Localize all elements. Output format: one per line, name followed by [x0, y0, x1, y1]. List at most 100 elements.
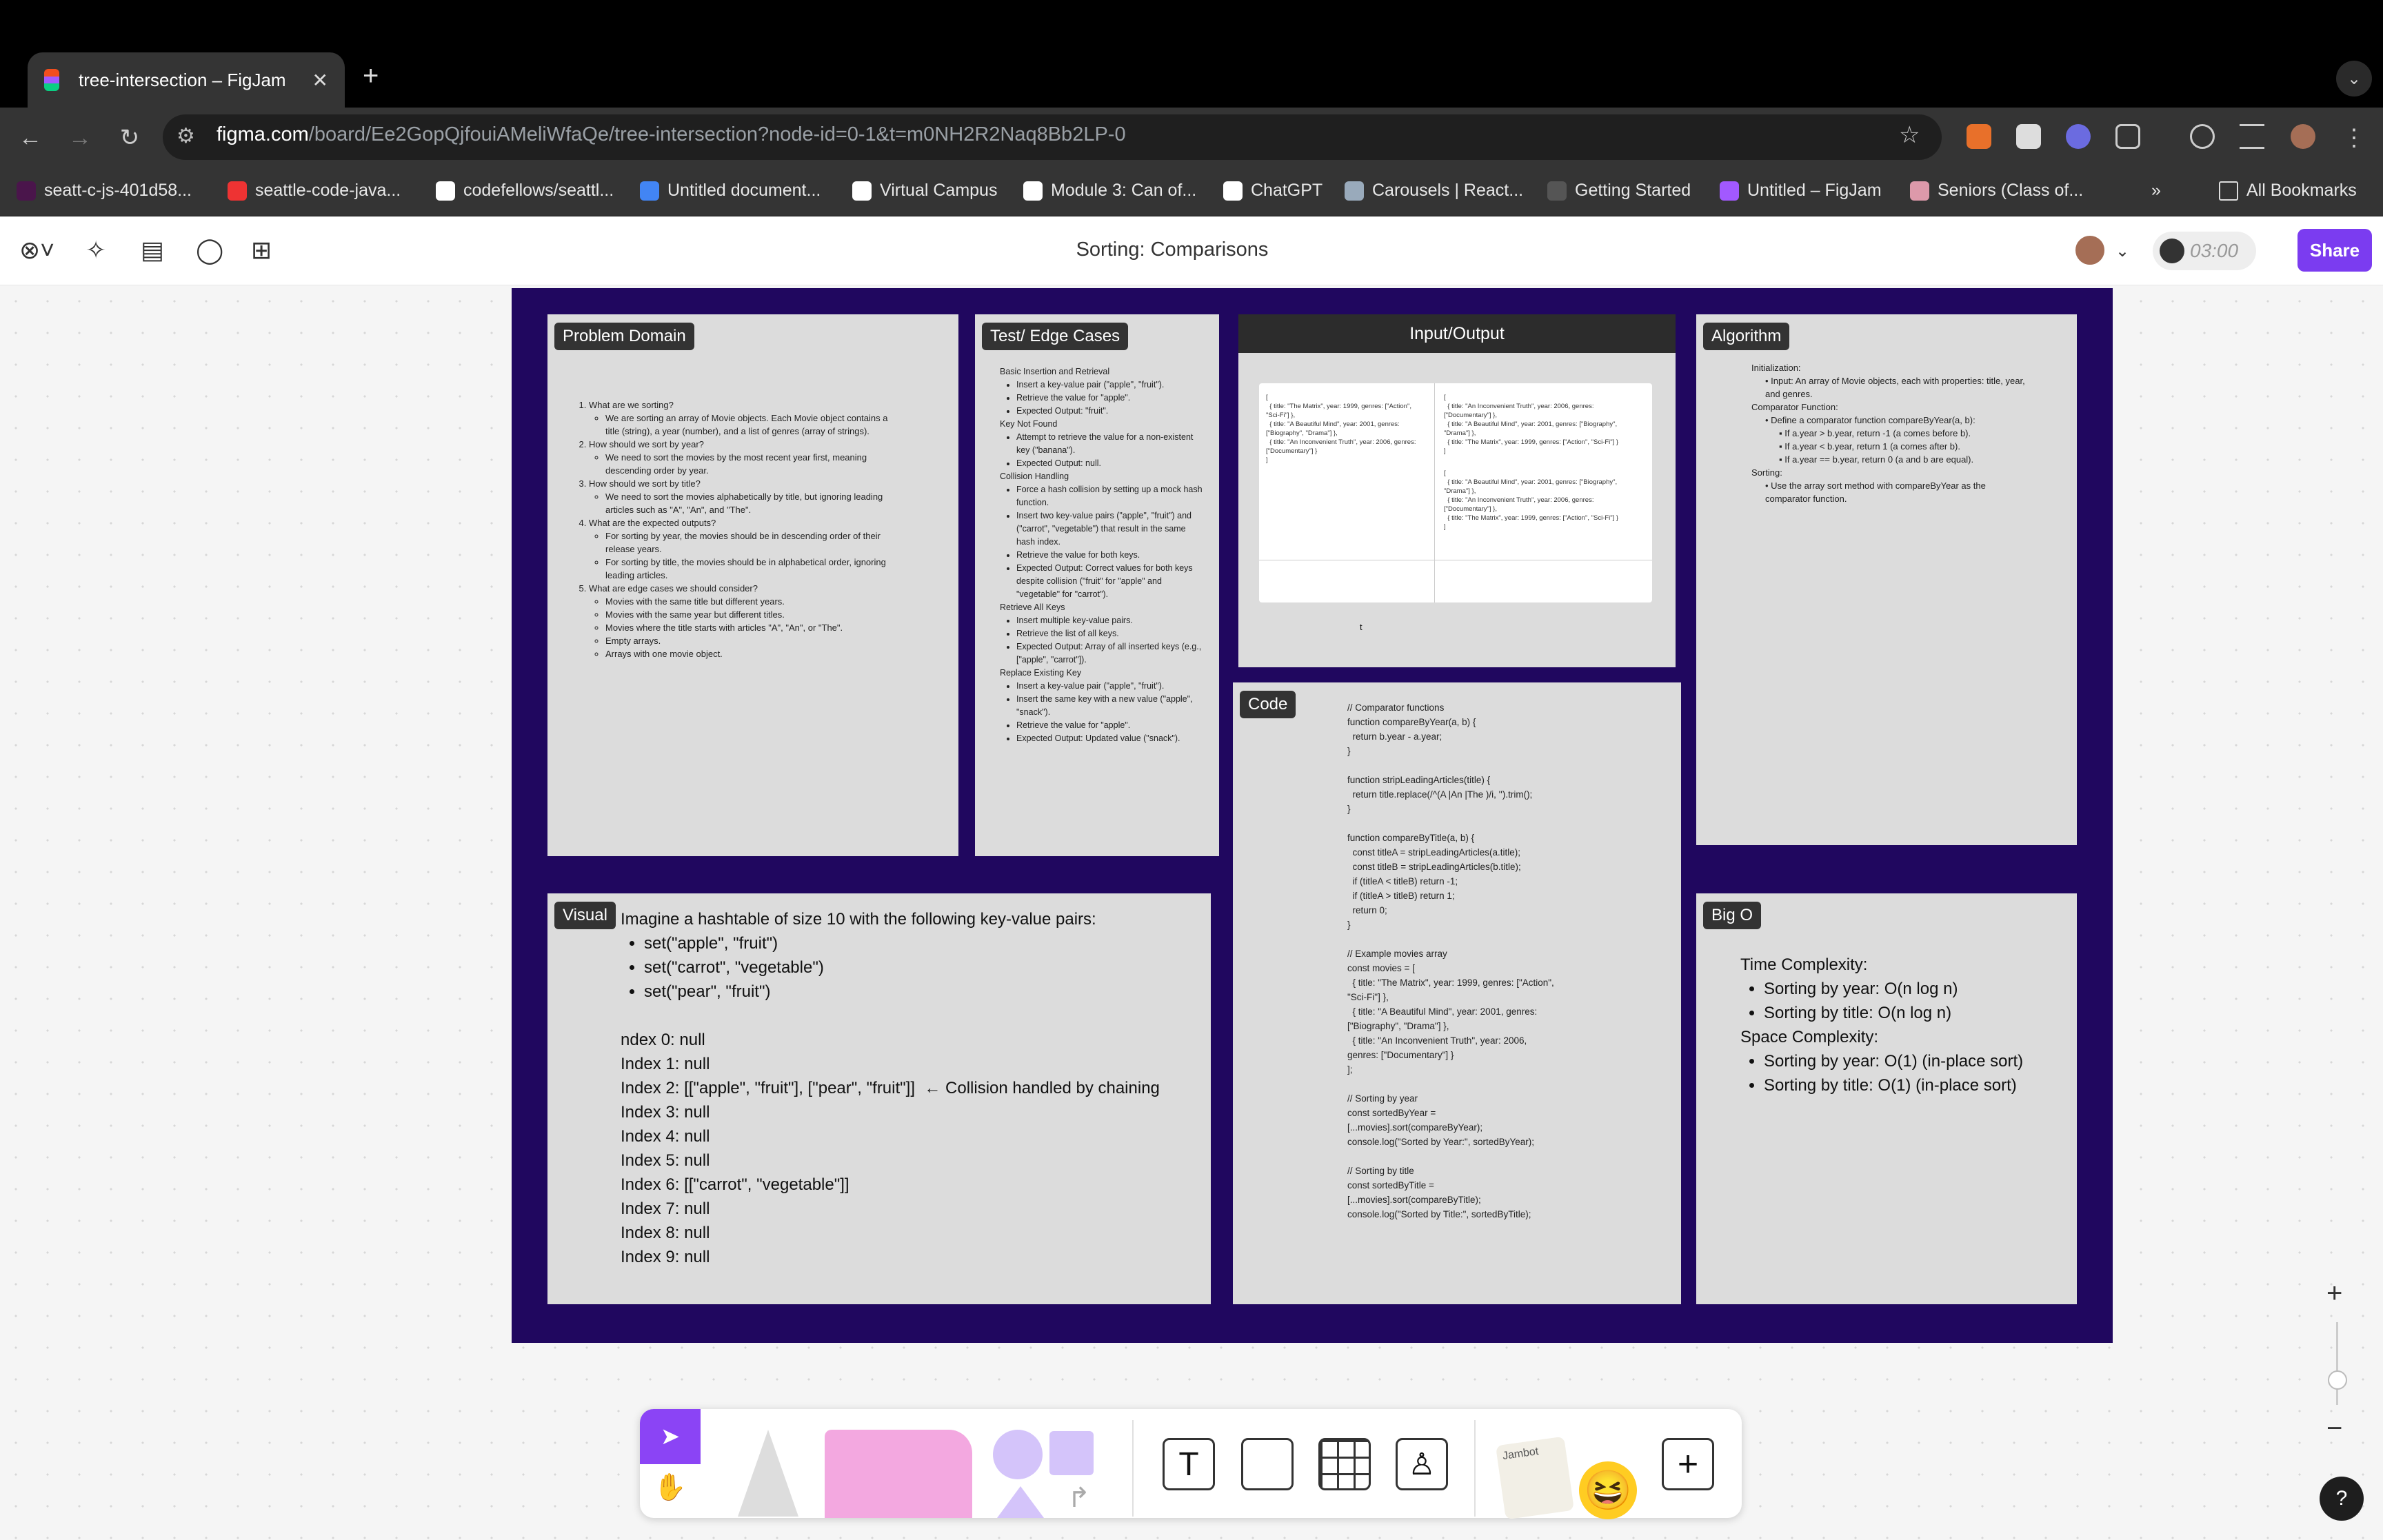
bookmark-item[interactable]: Carousels | React...	[1345, 181, 1523, 201]
figma-icon	[44, 69, 59, 92]
react-icon	[1345, 181, 1364, 201]
input-output-sticky[interactable]: Input/Output [ { title: "The Matrix", ye…	[1238, 314, 1676, 667]
test-group-heading: Key Not Found	[1000, 419, 1058, 429]
bookmark-item[interactable]: Virtual Campus	[852, 181, 997, 201]
bookmark-item[interactable]: Seniors (Class of...	[1910, 181, 2083, 201]
pen-tool-icon[interactable]	[738, 1430, 798, 1517]
url-text[interactable]: figma.com/board/Ee2GopQjfouiAMeliWfaQe/t…	[217, 123, 1126, 146]
select-cursor-icon[interactable]: ➤	[640, 1409, 701, 1464]
browser-tab[interactable]: tree-intersection – FigJam ✕	[28, 52, 345, 108]
bookmark-item[interactable]: ChatGPT	[1223, 181, 1323, 201]
board-title[interactable]: Sorting: Comparisons	[1062, 239, 1283, 261]
zoom-out-icon[interactable]: −	[2326, 1413, 2342, 1444]
help-button[interactable]: ?	[2320, 1477, 2364, 1521]
list-item: set("pear", "fruit")	[644, 980, 1200, 1004]
test-cases-sticky[interactable]: Test/ Edge Cases Basic Insertion and Ret…	[975, 314, 1219, 856]
extension-icon[interactable]	[1967, 124, 1991, 149]
profile-avatar[interactable]	[2291, 124, 2315, 149]
hashtable-index-row: Index 7: null	[621, 1199, 710, 1218]
bookmark-item[interactable]: Untitled – FigJam	[1720, 181, 1882, 201]
music-disc-icon	[2160, 239, 2184, 263]
hashtable-index-row: Index 5: null	[621, 1151, 710, 1170]
forward-arrow-icon[interactable]: →	[63, 121, 97, 154]
visual-sticky[interactable]: Visual Imagine a hashtable of size 10 wi…	[547, 893, 1211, 1304]
sticky-label: Big O	[1703, 902, 1762, 929]
zoom-in-icon[interactable]: +	[2326, 1278, 2342, 1309]
algorithm-line: • Define a comparator function compareBy…	[1765, 415, 1975, 425]
sticky-note-tool-icon[interactable]	[825, 1430, 972, 1518]
chatgpt-icon	[1223, 181, 1243, 201]
test-group-heading: Retrieve All Keys	[1000, 602, 1065, 612]
algorithm-sticky[interactable]: Algorithm Initialization: • Input: An arr…	[1696, 314, 2077, 845]
list-item: Sorting by year: O(n log n)	[1764, 977, 2064, 1001]
kebab-menu-icon[interactable]: ⋮	[2337, 121, 2371, 154]
connector-arrow-icon[interactable]: ↱	[1067, 1482, 1091, 1514]
ai-sparkle-icon[interactable]: ✧	[86, 236, 106, 265]
test-group-heading: Collision Handling	[1000, 472, 1069, 481]
add-section-icon[interactable]: ⊞	[251, 236, 272, 265]
media-controls-icon[interactable]	[2240, 124, 2264, 149]
stray-text: t	[1360, 622, 1363, 632]
chevron-down-icon[interactable]: ⌄	[2115, 241, 2129, 261]
list-item: set("carrot", "vegetable")	[644, 955, 1200, 980]
bookmark-item[interactable]: Getting Started	[1547, 181, 1691, 201]
puzzle-icon[interactable]	[2115, 124, 2140, 149]
hashtable-index-row: Index 6: [["carrot", "vegetable"]]	[621, 1175, 849, 1194]
layout-icon[interactable]: ▤	[141, 236, 164, 265]
stamp-tool-icon[interactable]: ♙	[1396, 1438, 1448, 1490]
bookmark-star-icon[interactable]: ☆	[1899, 121, 1920, 149]
timer-widget[interactable]: 03:00	[2153, 232, 2256, 270]
extension-icon[interactable]	[2016, 124, 2041, 149]
hand-tool-icon[interactable]: ✋	[654, 1472, 686, 1503]
algorithm-text: Initialization: • Input: An array of Movi…	[1751, 361, 2027, 505]
list-item: Sorting by title: O(n log n)	[1764, 1001, 2064, 1025]
all-bookmarks-button[interactable]: All Bookmarks	[2219, 181, 2357, 201]
bookmark-item[interactable]: Module 3: Can of...	[1023, 181, 1196, 201]
zoom-slider[interactable]	[2336, 1322, 2338, 1405]
list-item: Sorting by title: O(1) (in-place sort)	[1764, 1073, 2064, 1097]
reload-icon[interactable]: ↻	[113, 121, 146, 154]
test-cases-text: Basic Insertion and RetrievalInsert a ke…	[1000, 365, 1207, 745]
list-item: How should we sort by year?We need to so…	[589, 438, 896, 477]
back-arrow-icon[interactable]: ←	[14, 121, 47, 154]
bookmark-item[interactable]: codefellows/seattl...	[436, 181, 614, 201]
extension-icon[interactable]	[2066, 124, 2091, 149]
collaborator-avatar[interactable]	[2074, 234, 2106, 266]
algorithm-line: ▪ If a.year == b.year, return 0 (a and b…	[1779, 454, 1974, 465]
table-tool-icon[interactable]	[1318, 1438, 1371, 1490]
tab-search-chevron-icon[interactable]: ⌄	[2336, 61, 2372, 97]
shape-circle-icon[interactable]	[993, 1430, 1043, 1479]
site-settings-icon[interactable]: ⚙	[177, 124, 195, 148]
zoom-control[interactable]: + −	[2318, 1278, 2357, 1457]
bookmark-item[interactable]: Untitled document...	[640, 181, 821, 201]
hashtable-index-row: Index 8: null	[621, 1224, 710, 1242]
performance-icon[interactable]	[2190, 124, 2215, 149]
tab-close-icon[interactable]: ✕	[312, 69, 328, 92]
output-by-title-cell: [ { title: "A Beautiful Mind", year: 200…	[1444, 469, 1619, 531]
new-tab-button[interactable]: +	[363, 61, 379, 92]
bookmark-item[interactable]: seatt-c-js-401d58...	[17, 181, 192, 201]
zoom-slider-handle[interactable]	[2328, 1370, 2347, 1390]
code-text: // Comparator functions function compare…	[1347, 702, 1554, 1219]
big-o-text: Time Complexity: Sorting by year: O(n lo…	[1740, 953, 2064, 1097]
sticky-label: Problem Domain	[554, 323, 694, 350]
share-button[interactable]: Share	[2297, 229, 2372, 272]
more-tools-plus-icon[interactable]: +	[1662, 1438, 1714, 1490]
problem-domain-sticky[interactable]: Problem Domain What are we sorting?We ar…	[547, 314, 958, 856]
shape-triangle-icon[interactable]	[997, 1486, 1044, 1518]
bookmarks-overflow-button[interactable]: »	[2151, 181, 2161, 201]
bookmark-item[interactable]: seattle-code-java...	[228, 181, 401, 201]
input-output-table[interactable]: [ { title: "The Matrix", year: 1999, gen…	[1259, 383, 1652, 602]
code-sticky[interactable]: Code // Comparator functions function co…	[1233, 682, 1681, 1304]
big-o-sticky[interactable]: Big O Time Complexity: Sorting by year: …	[1696, 893, 2077, 1304]
hashtable-index-row: Index 2: [["apple", "fruit"], ["pear", "…	[621, 1079, 1160, 1097]
section-tool-icon[interactable]	[1241, 1438, 1294, 1490]
emoji-sticker-icon[interactable]: 😆	[1579, 1461, 1637, 1519]
figma-menu-icon[interactable]: ⊗˅	[19, 236, 54, 265]
text-tool-icon[interactable]: T	[1163, 1438, 1215, 1490]
algorithm-line: • Input: An array of Movie objects, each…	[1765, 376, 2025, 399]
problem-domain-text: What are we sorting?We are sorting an ar…	[572, 398, 896, 660]
comment-icon[interactable]: ◯	[196, 236, 223, 265]
widgets-stickers-icon[interactable]: Jambot	[1495, 1436, 1575, 1520]
shape-square-icon[interactable]	[1049, 1431, 1094, 1475]
